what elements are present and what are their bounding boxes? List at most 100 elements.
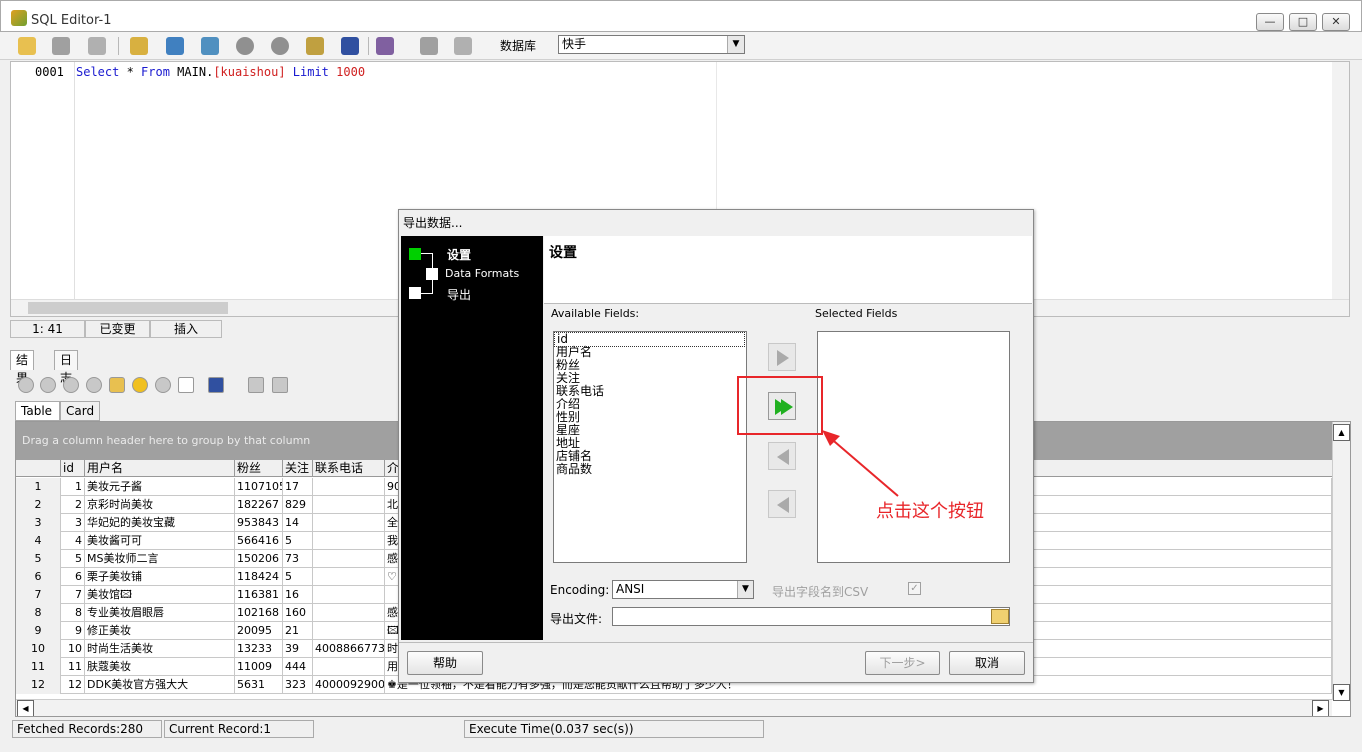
query-icon[interactable] — [18, 37, 36, 55]
prev-record-icon[interactable] — [40, 377, 56, 393]
table-cell[interactable]: 肤蔻美妆 — [85, 658, 235, 676]
table-cell[interactable] — [313, 586, 385, 604]
cancel-button[interactable]: 取消 — [949, 651, 1025, 675]
table-cell[interactable] — [313, 622, 385, 640]
table-cell[interactable]: MS美妆师二言 — [85, 550, 235, 568]
table-cell[interactable] — [313, 478, 385, 496]
table-cell[interactable]: 323 — [283, 676, 313, 694]
tab-log[interactable]: 日志 — [54, 350, 79, 385]
table-cell[interactable]: 11 — [16, 658, 61, 676]
column-header[interactable]: 用户名 — [85, 460, 235, 477]
help-button[interactable]: 帮助 — [407, 651, 483, 675]
remove-all-fields-button[interactable] — [768, 490, 796, 518]
table-cell[interactable]: 1 — [61, 478, 85, 496]
table-cell[interactable]: 美妆馆🖾 — [85, 586, 235, 604]
list-item[interactable]: 商品数 — [554, 463, 746, 476]
next-button[interactable]: 下一步> — [865, 651, 940, 675]
table-cell[interactable]: 美妆酱可可 — [85, 532, 235, 550]
table-cell[interactable]: 150206 — [235, 550, 283, 568]
open-file-icon[interactable] — [306, 37, 324, 55]
list-item[interactable]: 介绍 — [554, 398, 746, 411]
chevron-down-icon[interactable]: ▼ — [737, 581, 753, 598]
table-cell[interactable]: 12 — [16, 676, 61, 694]
last-record-icon[interactable] — [86, 377, 102, 393]
grid-horizontal-scrollbar[interactable]: ◀ ▶ — [16, 699, 1332, 716]
encoding-select[interactable]: ANSI ▼ — [612, 580, 754, 599]
table-cell[interactable] — [313, 550, 385, 568]
table-cell[interactable]: 21 — [283, 622, 313, 640]
search-icon[interactable] — [109, 377, 125, 393]
back-icon[interactable] — [271, 37, 289, 55]
table-cell[interactable]: 4 — [61, 532, 85, 550]
table-cell[interactable]: 7 — [16, 586, 61, 604]
csv-header-checkbox[interactable]: ✓ — [908, 582, 921, 595]
table-cell[interactable]: 14 — [283, 514, 313, 532]
table-cell[interactable]: 11 — [61, 658, 85, 676]
table-cell[interactable]: 17 — [283, 478, 313, 496]
table-cell[interactable]: 39 — [283, 640, 313, 658]
table-cell[interactable]: 116381 — [235, 586, 283, 604]
database-select[interactable]: 快手 ▼ — [558, 35, 745, 54]
table-cell[interactable]: 5 — [61, 550, 85, 568]
table-cell[interactable]: 9 — [16, 622, 61, 640]
table-cell[interactable]: 73 — [283, 550, 313, 568]
column-header[interactable]: 粉丝 — [235, 460, 283, 477]
column-header[interactable]: id — [61, 460, 85, 477]
scroll-up-icon[interactable]: ▲ — [1333, 424, 1350, 441]
table-cell[interactable] — [313, 658, 385, 676]
scroll-left-icon[interactable]: ◀ — [17, 700, 34, 716]
run-script-icon[interactable] — [376, 37, 394, 55]
table-cell[interactable]: 12 — [61, 676, 85, 694]
table-cell[interactable]: 专业美妆眉眼唇 — [85, 604, 235, 622]
save-results-icon[interactable] — [208, 377, 224, 393]
export-file-input[interactable] — [612, 607, 1010, 626]
table-cell[interactable]: 栗子美妆铺 — [85, 568, 235, 586]
tab-results[interactable]: 结果 — [10, 350, 35, 385]
table-cell[interactable]: 3 — [61, 514, 85, 532]
table-cell[interactable]: 2 — [16, 496, 61, 514]
table-cell[interactable]: 美妆元子酱 — [85, 478, 235, 496]
column-header[interactable]: 关注 — [283, 460, 313, 477]
format-icon[interactable] — [130, 37, 148, 55]
table-cell[interactable]: 9 — [61, 622, 85, 640]
table-cell[interactable]: 7 — [61, 586, 85, 604]
table-cell[interactable]: 20095 — [235, 622, 283, 640]
table-cell[interactable]: 8 — [61, 604, 85, 622]
table-cell[interactable]: 3 — [16, 514, 61, 532]
table-cell[interactable]: 566416 — [235, 532, 283, 550]
table-cell[interactable]: 11009 — [235, 658, 283, 676]
copy-icon[interactable] — [454, 37, 472, 55]
table-cell[interactable]: 8 — [16, 604, 61, 622]
list-item[interactable]: 粉丝 — [554, 359, 746, 372]
table-cell[interactable]: 6 — [16, 568, 61, 586]
star-outline-icon[interactable] — [155, 377, 171, 393]
scroll-right-icon[interactable]: ▶ — [1312, 700, 1329, 716]
first-record-icon[interactable] — [18, 377, 34, 393]
table-cell[interactable]: 4008866773 — [313, 640, 385, 658]
table-cell[interactable]: 953843 — [235, 514, 283, 532]
table-cell[interactable]: 4 — [16, 532, 61, 550]
table-cell[interactable]: 5631 — [235, 676, 283, 694]
stop-icon[interactable] — [52, 37, 70, 55]
table-cell[interactable]: 5 — [283, 568, 313, 586]
list-item[interactable]: 性别 — [554, 411, 746, 424]
table-cell[interactable]: 118424 — [235, 568, 283, 586]
tab-card[interactable]: Card — [60, 401, 100, 421]
clear-icon[interactable] — [88, 37, 106, 55]
minimize-button[interactable]: — — [1256, 13, 1284, 31]
table-cell[interactable]: 10 — [16, 640, 61, 658]
table-cell[interactable]: 2 — [61, 496, 85, 514]
list-item[interactable]: 联系电话 — [554, 385, 746, 398]
table-cell[interactable]: 京彩时尚美妆 — [85, 496, 235, 514]
grid-vertical-scrollbar[interactable]: ▲ ▼ — [1332, 422, 1350, 701]
list-item[interactable]: 星座 — [554, 424, 746, 437]
column-header[interactable]: 联系电话 — [313, 460, 385, 477]
remove-field-button[interactable] — [768, 442, 796, 470]
table-cell[interactable]: 6 — [61, 568, 85, 586]
table-cell[interactable]: 4000092900 — [313, 676, 385, 694]
scroll-down-icon[interactable]: ▼ — [1333, 684, 1350, 701]
table-cell[interactable]: 16 — [283, 586, 313, 604]
table-cell[interactable]: 华妃妃的美妆宝藏 — [85, 514, 235, 532]
maximize-button[interactable]: □ — [1289, 13, 1317, 31]
table-cell[interactable]: 182267 — [235, 496, 283, 514]
